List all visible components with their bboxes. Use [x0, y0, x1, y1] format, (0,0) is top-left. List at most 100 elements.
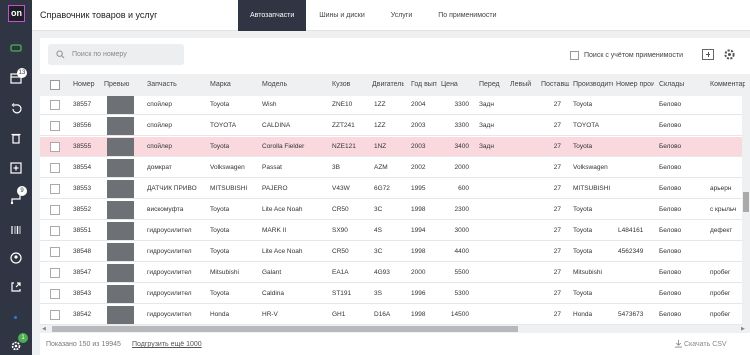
trash-icon[interactable]	[8, 130, 24, 146]
col-part[interactable]: Запчасть	[147, 74, 202, 96]
col-brand[interactable]: Марка	[210, 74, 255, 96]
cell-price: 2000	[454, 164, 469, 171]
preview-thumbnail[interactable]	[107, 159, 134, 177]
col-manufacturer[interactable]: Производитель	[573, 74, 613, 96]
table-row[interactable]: 38547 гидроусилител Mitsubishi Galant EA1A 4G…	[40, 263, 742, 283]
row-checkbox[interactable]	[50, 163, 60, 173]
table-row[interactable]: 38548 гидроусилител Toyota Lite Ace Noah CR5…	[40, 242, 742, 262]
col-preview[interactable]: Превью	[104, 74, 134, 96]
row-checkbox[interactable]	[50, 142, 60, 152]
table-row[interactable]: 38551 гидроусилител Toyota MARK II SX90 4S 199…	[40, 221, 742, 241]
cell-front	[479, 221, 505, 241]
row-checkbox[interactable]	[50, 121, 60, 131]
col-price[interactable]: Цена	[441, 74, 473, 96]
table-row[interactable]: 38554 домкрат Volkswagen Passat 3B AZM 2002 200…	[40, 158, 742, 178]
preview-thumbnail[interactable]	[107, 180, 134, 198]
col-supplier[interactable]: Поставщик	[541, 74, 569, 96]
cell-engine: D16A	[374, 311, 391, 318]
undo-icon[interactable]	[8, 101, 24, 117]
preview-thumbnail[interactable]	[107, 306, 134, 324]
row-checkbox[interactable]	[50, 205, 60, 215]
add-item-button[interactable]	[702, 49, 714, 60]
app-logo[interactable]: on	[8, 5, 25, 22]
cell-engine: 1NZ	[374, 143, 387, 150]
cell-engine: 4G93	[374, 269, 390, 276]
scroll-left-arrow-icon[interactable]: ◀	[42, 326, 46, 332]
cell-warehouse: Белово	[659, 164, 682, 171]
table-row[interactable]: 38555 спойлер Toyota Corolla Fielder NZE121 1…	[40, 137, 742, 157]
row-checkbox[interactable]	[50, 289, 60, 299]
user-icon[interactable]	[8, 250, 24, 266]
preview-thumbnail[interactable]	[107, 222, 134, 240]
col-number[interactable]: Номер	[73, 74, 99, 96]
download-csv-button[interactable]: Скачать CSV	[684, 341, 727, 348]
load-more-link[interactable]: Подгрузить ещё 1000	[132, 341, 202, 348]
cell-manufacturer: MITSUBISHI	[573, 185, 611, 192]
row-checkbox[interactable]	[50, 226, 60, 236]
row-checkbox[interactable]	[50, 268, 60, 278]
col-model[interactable]: Модель	[262, 74, 322, 96]
row-checkbox[interactable]	[50, 100, 60, 110]
export-icon[interactable]	[8, 279, 24, 295]
col-front[interactable]: Перед	[479, 74, 505, 96]
vertical-scrollbar[interactable]	[742, 96, 750, 325]
table-row[interactable]: 38557 спойлер Toyota Wish ZNE10 1ZZ 2004 3300 За…	[40, 96, 742, 115]
preview-thumbnail[interactable]	[107, 201, 134, 219]
preview-thumbnail[interactable]	[107, 138, 134, 156]
add-box-icon[interactable]	[8, 160, 24, 176]
cell-front	[479, 305, 505, 325]
applicability-checkbox[interactable]	[570, 51, 579, 60]
cell-year: 2002	[411, 164, 426, 171]
col-left[interactable]: Левый	[510, 74, 536, 96]
col-year[interactable]: Год выпуска	[411, 74, 437, 96]
cell-left	[510, 200, 536, 220]
vertical-scroll-thumb[interactable]	[743, 192, 749, 212]
cell-body: ST191	[332, 290, 352, 297]
col-engine[interactable]: Двигатель	[372, 74, 404, 96]
horizontal-scroll-thumb[interactable]	[52, 326, 518, 332]
table-row[interactable]: 38552 вискомуфта Toyota Lite Ace Noah CR50 3C…	[40, 200, 742, 220]
cell-engine: AZM	[374, 164, 388, 171]
cell-model: Lite Ace Noah	[262, 206, 303, 213]
preview-thumbnail[interactable]	[107, 96, 134, 114]
cell-part: гидроусилител	[147, 290, 192, 297]
search-box	[48, 44, 184, 65]
cell-year: 2003	[411, 143, 426, 150]
cell-manufacturer: Toyota	[573, 248, 593, 255]
table-row[interactable]: 38556 спойлер TOYOTA CALDINA ZZT241 1ZZ 2003 33…	[40, 116, 742, 136]
horizontal-scrollbar[interactable]: ◀ ▶	[40, 325, 750, 333]
row-checkbox[interactable]	[50, 184, 60, 194]
cell-model: Wish	[262, 101, 277, 108]
download-icon[interactable]	[674, 339, 683, 348]
settings-gear-icon[interactable]	[723, 48, 736, 61]
row-checkbox[interactable]	[50, 247, 60, 257]
tab-services[interactable]: Услуги	[378, 0, 426, 31]
tab-auto-parts[interactable]: Автозапчасти	[238, 0, 307, 31]
table-row[interactable]: 38553 ДАТЧИК ПРИВО MITSUBISHI PAJERO V43W 6G7…	[40, 179, 742, 199]
select-all-checkbox[interactable]	[50, 80, 60, 90]
cell-left	[510, 242, 536, 262]
cell-left	[510, 284, 536, 304]
cell-brand: Volkswagen	[210, 164, 245, 171]
col-manufacturer-number[interactable]: Номер производителя	[616, 74, 654, 96]
cell-part: гидроусилител	[147, 227, 192, 234]
col-body[interactable]: Кузов	[332, 74, 368, 96]
barcode-icon[interactable]	[8, 222, 24, 238]
cell-engine: 3C	[374, 206, 383, 213]
preview-thumbnail[interactable]	[107, 117, 134, 135]
search-input[interactable]	[72, 48, 177, 61]
col-warehouses[interactable]: Склады	[659, 74, 704, 96]
table-row[interactable]: 38543 гидроусилител Toyota Caldina ST191 3S 19…	[40, 284, 742, 304]
preview-thumbnail[interactable]	[107, 264, 134, 282]
cell-front: Задн	[479, 143, 494, 150]
scroll-right-arrow-icon[interactable]: ▶	[741, 326, 745, 332]
col-comment[interactable]: Комментарий	[710, 74, 745, 96]
tab-tires-wheels[interactable]: Шины и диски	[306, 0, 378, 31]
inbox-icon[interactable]	[8, 40, 24, 56]
cell-year: 2000	[411, 269, 426, 276]
table-row[interactable]: 38542 гидроусилител Honda HR-V GH1 D16A 1998 14…	[40, 305, 742, 325]
preview-thumbnail[interactable]	[107, 243, 134, 261]
preview-thumbnail[interactable]	[107, 285, 134, 303]
tab-applicability[interactable]: По применимости	[425, 0, 509, 31]
row-checkbox[interactable]	[50, 310, 60, 320]
